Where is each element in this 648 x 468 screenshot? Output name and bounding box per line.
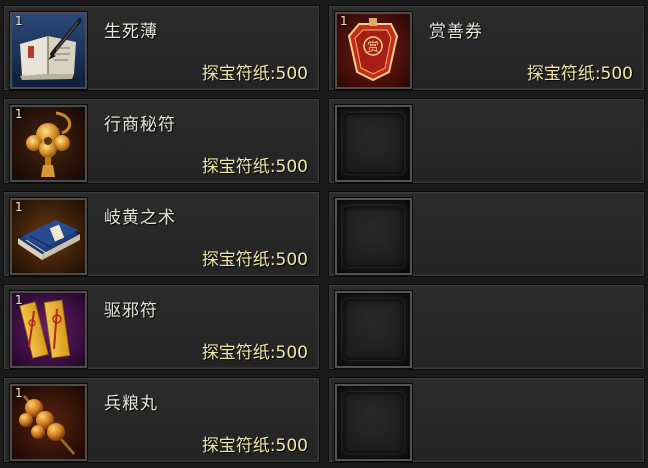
empty-shop-cell: ☬ xyxy=(328,377,645,463)
item-quantity: 1 xyxy=(15,107,23,121)
price-currency: 探宝符纸 xyxy=(526,64,595,84)
shop-item-cell[interactable]: 1 岐黄之术 探宝符纸:500 xyxy=(3,191,320,277)
empty-shop-cell: ☬ xyxy=(328,191,645,277)
price-currency: 探宝符纸 xyxy=(201,343,270,363)
shop-item-cell[interactable]: 1 赏 赏善券 探宝符纸:500 xyxy=(328,5,645,91)
price-value: 500 xyxy=(275,436,308,456)
shop-item-cell[interactable]: 1 行商秘符 探宝符纸:500 xyxy=(3,98,320,184)
item-slot[interactable]: 1 赏 xyxy=(334,11,413,90)
item-slot[interactable]: 1 xyxy=(9,197,88,276)
item-name: 生死薄 xyxy=(104,22,158,42)
item-quantity: 1 xyxy=(15,293,23,307)
item-name: 岐黄之术 xyxy=(104,208,176,228)
shop-item-cell[interactable]: 1 驱邪符 探宝符纸:500 xyxy=(3,284,320,370)
item-quantity: 1 xyxy=(15,386,23,400)
item-slot[interactable]: 1 xyxy=(9,11,88,90)
item-slot[interactable]: 1 xyxy=(9,104,88,183)
empty-item-slot[interactable]: ☬ xyxy=(334,104,413,183)
price-value: 500 xyxy=(275,157,308,177)
item-quantity: 1 xyxy=(340,14,348,28)
empty-item-slot[interactable]: ☬ xyxy=(334,197,413,276)
price-value: 500 xyxy=(275,343,308,363)
item-quantity: 1 xyxy=(15,14,23,28)
price-value: 500 xyxy=(275,250,308,270)
price-currency: 探宝符纸 xyxy=(201,250,270,270)
price-currency: 探宝符纸 xyxy=(201,64,270,84)
item-slot[interactable]: 1 xyxy=(9,383,88,462)
svg-text:赏: 赏 xyxy=(367,40,379,54)
price-currency: 探宝符纸 xyxy=(201,436,270,456)
empty-slot-emblem-icon: ☬ xyxy=(362,219,385,254)
shop-item-cell[interactable]: 1 生死薄 探宝符纸:500 xyxy=(3,5,320,91)
empty-item-slot[interactable]: ☬ xyxy=(334,383,413,462)
item-name: 兵粮丸 xyxy=(104,394,158,414)
item-price: 探宝符纸:500 xyxy=(202,338,308,363)
item-price: 探宝符纸:500 xyxy=(527,59,633,84)
item-quantity: 1 xyxy=(15,200,23,214)
item-name: 驱邪符 xyxy=(104,301,158,321)
empty-slot-emblem-icon: ☬ xyxy=(362,312,385,347)
shop-grid: 1 生死薄 探宝符纸:500 1 赏 赏善券 探宝符纸:500 1 行商秘符 探… xyxy=(0,0,648,468)
shop-item-cell[interactable]: 1 兵粮丸 探宝符纸:500 xyxy=(3,377,320,463)
empty-slot-emblem-icon: ☬ xyxy=(362,126,385,161)
price-value: 500 xyxy=(600,64,633,84)
item-name: 赏善券 xyxy=(429,22,483,42)
item-slot[interactable]: 1 xyxy=(9,290,88,369)
item-price: 探宝符纸:500 xyxy=(202,59,308,84)
empty-slot-emblem-icon: ☬ xyxy=(362,405,385,440)
price-value: 500 xyxy=(275,64,308,84)
empty-item-slot[interactable]: ☬ xyxy=(334,290,413,369)
empty-shop-cell: ☬ xyxy=(328,284,645,370)
price-currency: 探宝符纸 xyxy=(201,157,270,177)
item-name: 行商秘符 xyxy=(104,115,176,135)
item-price: 探宝符纸:500 xyxy=(202,431,308,456)
item-price: 探宝符纸:500 xyxy=(202,245,308,270)
item-price: 探宝符纸:500 xyxy=(202,152,308,177)
empty-shop-cell: ☬ xyxy=(328,98,645,184)
